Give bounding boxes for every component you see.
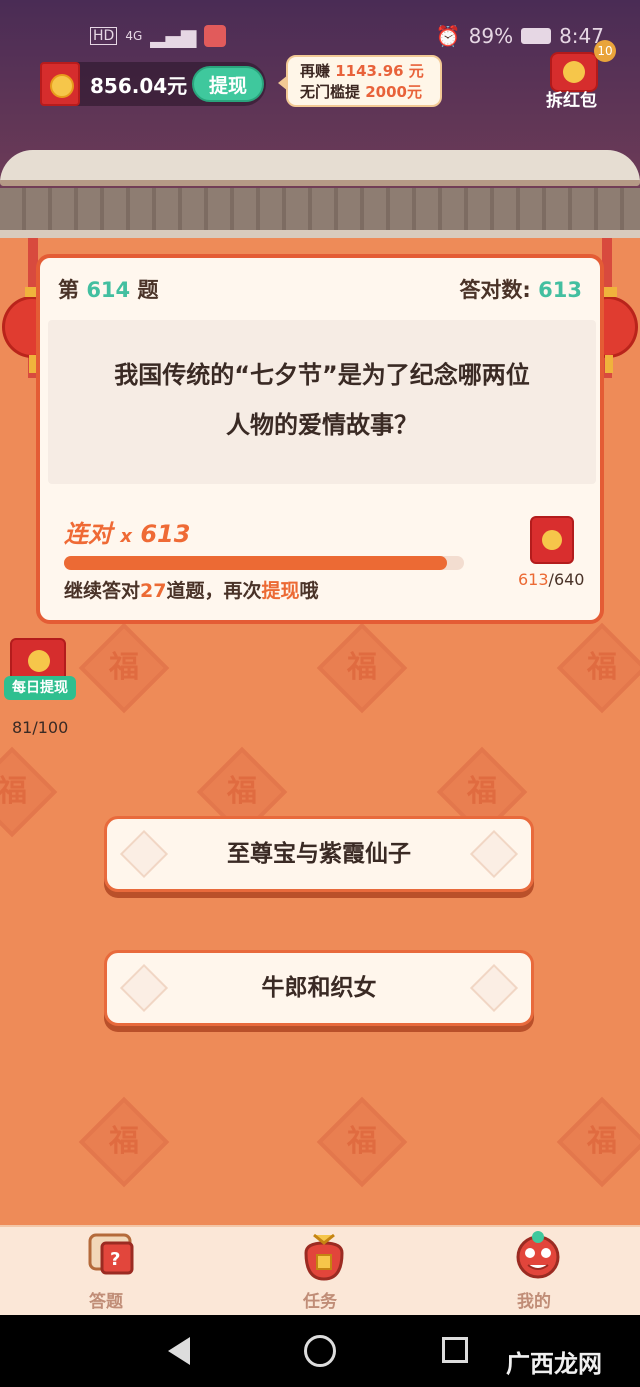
home-icon[interactable] [304,1335,336,1367]
continue-hint: 继续答对27道题，再次提现哦 [64,576,319,603]
question-line-1: 我国传统的“七夕节”是为了纪念哪两位 [114,361,530,389]
fu-decor-char: 福 [467,774,497,809]
balance-amount: 856.04元 [90,74,188,98]
reward-progress: 613/640 [518,570,584,589]
open-redpack-label[interactable]: 拆红包 [546,86,597,111]
reward-redpack-icon[interactable] [530,516,574,564]
streak-progress-fill [64,556,448,570]
answer-option-1-label: 至尊宝与紫霞仙子 [227,841,411,867]
earn-more-tip: 再赚 1143.96 元 无门槛提 2000元 [278,55,442,107]
question-box: 我国传统的“七夕节”是为了纪念哪两位 人物的爱情故事？ [48,320,596,484]
lion-dance-icon [510,1229,560,1279]
tip-prefix-1: 再赚 [300,62,331,80]
task-bag-icon [296,1229,346,1281]
back-icon[interactable] [168,1337,190,1365]
tip-amount-1: 1143.96 元 [335,62,424,80]
daily-withdraw-label[interactable]: 每日提现 [4,676,76,700]
fu-decor-char: 福 [227,774,257,809]
reward-current: 613 [518,570,549,589]
status-bar: HD 4G ▂▄▆ ⏰ 89% 8:47 [0,0,640,60]
question-text: 我国传统的“七夕节”是为了纪念哪两位 人物的爱情故事？ [48,350,596,450]
combo-count: 613 [140,520,191,548]
fu-decor-char: 福 [0,774,27,809]
withdraw-button[interactable]: 提现 [192,66,264,102]
network-indicator: 4G [125,29,143,43]
hd-indicator: HD [90,27,118,45]
tip-amount-2: 2000元 [365,83,422,101]
bottom-nav: ? 答题 任务 我的 [0,1225,640,1315]
answer-option-1[interactable]: 至尊宝与紫霞仙子 [104,816,534,892]
nav-item-quiz[interactable]: ? 答题 [46,1227,166,1317]
fu-decor-char: 福 [109,1124,139,1159]
battery-icon [521,28,552,44]
alarm-icon: ⏰ [435,24,461,48]
question-number: 第 614 题 [58,274,158,304]
nav-item-mine[interactable]: 我的 [474,1227,594,1317]
streak-progress-bar [64,556,464,570]
fu-decor-char: 福 [109,650,139,685]
watermark: 广西龙网 [506,1350,602,1378]
answer-option-2[interactable]: 牛郎和织女 [104,950,534,1026]
nav-label-quiz: 答题 [89,1292,123,1312]
roof-ridge [0,150,640,186]
tip-prefix-2: 无门槛提 [300,83,361,101]
question-card: 第 614 题 答对数: 613 我国传统的“七夕节”是为了纪念哪两位 人物的爱… [36,254,604,624]
correct-label: 答对数: [459,278,531,302]
answer-option-2-label: 牛郎和织女 [261,975,377,1001]
nav-label-mine: 我的 [517,1292,551,1312]
fu-decor-char: 福 [347,1124,377,1159]
fu-decor-icon [469,829,519,879]
fu-decor-char: 福 [347,650,377,685]
quiz-icon: ? [82,1229,134,1279]
combo-x: x [120,526,132,547]
recents-icon[interactable] [442,1337,468,1363]
combo-streak: 连对 x 613 [64,514,190,549]
battery-level: 89% [468,24,514,48]
question-number-value: 614 [86,278,131,302]
svg-text:?: ? [110,1249,120,1270]
fu-decor-char: 福 [587,650,617,685]
reward-total: /640 [548,570,585,589]
correct-count: 答对数: 613 [459,274,582,304]
daily-withdraw-count: 81/100 [12,718,69,737]
red-envelope-coin-icon [40,62,80,106]
question-line-2: 人物的爱情故事？ [226,411,418,439]
correct-count-value: 613 [538,278,582,302]
continue-prefix: 继续答对 [64,580,141,602]
signal-icon: ▂▄▆ [150,24,197,48]
question-prefix: 第 [58,278,79,302]
continue-action: 提现 [261,580,300,602]
fu-decor-icon [119,963,169,1013]
roof-tiles [0,188,640,238]
fu-decor-char: 福 [587,1124,617,1159]
app-notification-icon [204,25,227,47]
question-suffix: 题 [137,278,159,302]
nav-item-task[interactable]: 任务 [260,1227,380,1317]
continue-mid: 道题，再次 [166,580,262,602]
continue-number: 27 [140,580,167,602]
fu-decor-icon [119,829,169,879]
fu-decor-icon [469,963,519,1013]
combo-label: 连对 [64,520,112,548]
redpack-badge: 10 [594,40,616,62]
nav-label-task: 任务 [303,1292,337,1312]
continue-suffix: 哦 [299,580,319,602]
